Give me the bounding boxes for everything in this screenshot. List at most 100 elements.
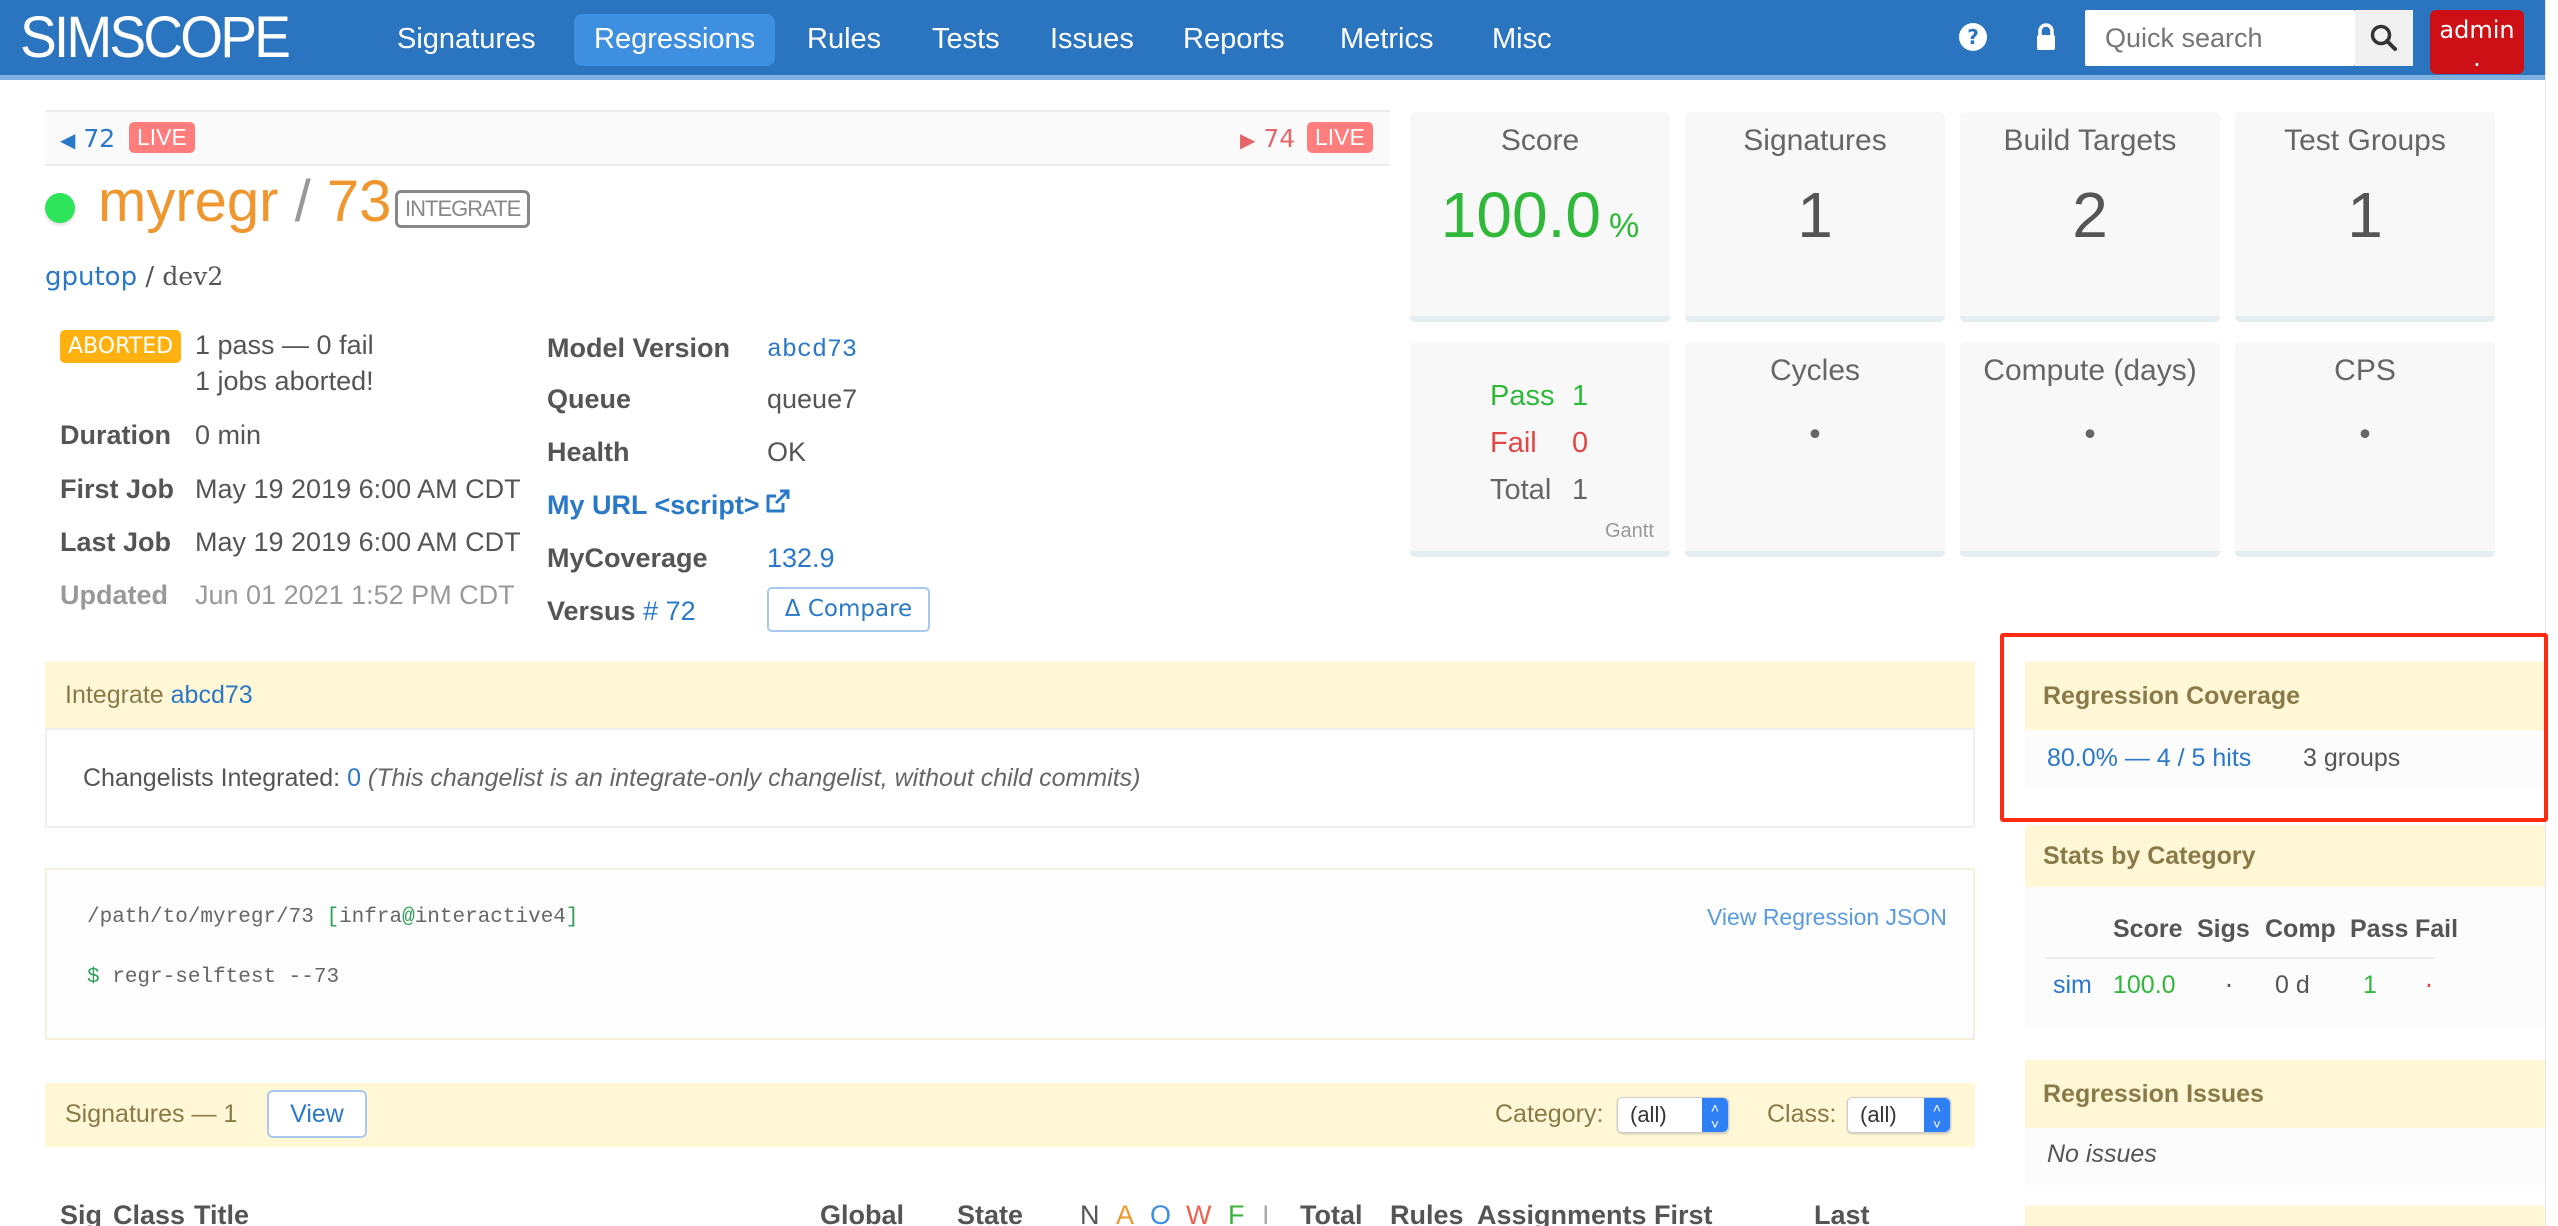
signatures-card-value: 1 — [1797, 179, 1833, 251]
category-pass[interactable]: 1 — [2363, 971, 2377, 1000]
view-signatures-button[interactable]: View — [267, 1090, 367, 1138]
prev-live-badge: LIVE — [129, 122, 195, 153]
type-badge: INTEGRATE — [395, 190, 531, 228]
table-row: sim 100.0 · 0 d 1 · — [2025, 965, 2445, 1005]
col-sig[interactable]: Sig — [60, 1200, 102, 1226]
signatures-card[interactable]: Signatures 1 — [1685, 112, 1945, 322]
page-scrollbar[interactable] — [2545, 0, 2558, 1226]
category-comp: 0 d — [2275, 971, 2310, 999]
versus-link[interactable]: # 72 — [643, 596, 696, 626]
col-assignments[interactable]: Assignments — [1477, 1200, 1647, 1226]
nav-tests[interactable]: Tests — [912, 14, 1020, 66]
nav-regressions[interactable]: Regressions — [574, 14, 776, 66]
view-json-link[interactable]: View Regression JSON — [1707, 904, 1947, 931]
status-dot — [45, 193, 75, 223]
col-total[interactable]: Total — [1300, 1200, 1363, 1226]
versus-label: Versus # 72 — [547, 596, 696, 626]
summary-text: 1 pass — 0 fail — [195, 330, 374, 360]
nav-issues[interactable]: Issues — [1030, 14, 1154, 66]
col-state-w[interactable]: W — [1186, 1200, 1211, 1226]
table-divider — [2045, 957, 2435, 959]
user-menu-button[interactable]: admin . — [2430, 10, 2524, 74]
build-targets-title: Build Targets — [2003, 124, 2177, 157]
user-name: admin — [2439, 16, 2515, 44]
col-score: Score — [2113, 915, 2183, 943]
col-state-n[interactable]: N — [1080, 1200, 1100, 1226]
col-sigs: Sigs — [2197, 915, 2250, 943]
regression-prev-next-bar: ◀ 72 LIVE ▶ 74 LIVE — [45, 110, 1390, 166]
test-groups-title: Test Groups — [2284, 124, 2446, 157]
next-regression-link[interactable]: ▶ 74 — [1240, 124, 1295, 153]
category-score: 100.0 — [2113, 971, 2176, 999]
col-state-a[interactable]: A — [1116, 1200, 1134, 1226]
changelists-note: (This changelist is an integrate-only ch… — [367, 764, 1141, 792]
gantt-link[interactable]: Gantt — [1605, 520, 1654, 543]
col-fail: Fail — [2415, 915, 2459, 943]
model-version-label: Model Version — [547, 333, 731, 363]
updated-value: Jun 01 2021 1:52 PM CDT — [195, 580, 515, 610]
integrate-version-link[interactable]: abcd73 — [171, 681, 253, 709]
search-icon — [2370, 24, 2397, 51]
total-count[interactable]: 1 — [1572, 474, 1588, 507]
col-rules[interactable]: Rules — [1390, 1200, 1464, 1226]
logo[interactable]: SIMSCOPE — [20, 4, 291, 71]
lock-icon[interactable] — [2034, 22, 2064, 52]
nav-metrics[interactable]: Metrics — [1320, 14, 1453, 66]
class-label: Class: — [1767, 1100, 1837, 1128]
category-link[interactable]: sim — [2053, 971, 2092, 1000]
stats-category-body: Score Sigs Comp Pass Fail sim 100.0 · 0 … — [2025, 887, 2545, 1027]
build-targets-value: 2 — [2072, 179, 2108, 251]
project-link[interactable]: gputop — [45, 262, 137, 292]
branch: dev2 — [162, 262, 224, 291]
issues-panel-body: No issues — [2025, 1128, 2545, 1186]
col-global[interactable]: Global — [820, 1200, 904, 1226]
category-select[interactable]: (all) ˄ ˅ — [1617, 1097, 1729, 1133]
my-coverage-label: MyCoverage — [547, 543, 708, 573]
first-job-value: May 19 2019 6:00 AM CDT — [195, 474, 521, 504]
search-button[interactable] — [2355, 10, 2413, 66]
category-fail: · — [2425, 971, 2433, 1000]
my-url-link[interactable]: My URL <script> — [547, 490, 760, 521]
test-groups-card[interactable]: Test Groups 1 — [2235, 112, 2495, 322]
my-coverage-value[interactable]: 132.9 — [767, 543, 835, 574]
compare-button[interactable]: Δ Compare — [767, 587, 930, 632]
results-card: Pass 1 Fail 0 Total 1 Gantt — [1410, 342, 1670, 557]
integrate-panel-header: Integrate abcd73 — [45, 662, 1975, 728]
col-state-f[interactable]: F — [1228, 1200, 1245, 1226]
pass-label: Pass — [1490, 380, 1555, 412]
health-value: OK — [767, 437, 807, 467]
col-title[interactable]: Title — [194, 1200, 249, 1226]
caret-left-icon: ◀ — [60, 128, 76, 152]
model-version-link[interactable]: abcd73 — [767, 335, 857, 364]
col-class[interactable]: Class — [113, 1200, 185, 1226]
nav-signatures[interactable]: Signatures — [377, 14, 556, 66]
select-arrows-icon: ˄ ˅ — [1702, 1098, 1728, 1132]
class-select[interactable]: (all) ˄ ˅ — [1847, 1097, 1951, 1133]
status-badge: ABORTED — [60, 330, 182, 363]
col-first[interactable]: First — [1654, 1200, 1713, 1226]
category-label: Category: — [1495, 1100, 1604, 1128]
build-targets-card[interactable]: Build Targets 2 — [1960, 112, 2220, 322]
issues-panel-header: Regression Issues — [2025, 1060, 2545, 1128]
score-card: Score 100.0% — [1410, 112, 1670, 322]
highlight-box — [2000, 633, 2548, 822]
regression-name[interactable]: myregr — [98, 169, 278, 234]
pass-count[interactable]: 1 — [1572, 380, 1588, 413]
nav-rules[interactable]: Rules — [787, 14, 901, 66]
cps-value: • — [2356, 418, 2374, 453]
nav-reports[interactable]: Reports — [1163, 14, 1305, 66]
stats-category-header: Stats by Category — [2025, 825, 2545, 887]
external-link-icon[interactable] — [763, 486, 793, 520]
integrate-panel-body: Changelists Integrated: 0 (This changeli… — [45, 728, 1975, 828]
col-state-i[interactable]: I — [1262, 1200, 1270, 1226]
question-circle-icon[interactable]: ? — [1958, 22, 1988, 52]
fail-count[interactable]: 0 — [1572, 427, 1588, 460]
col-state-o[interactable]: O — [1150, 1200, 1171, 1226]
search-input[interactable] — [2085, 10, 2357, 66]
col-state[interactable]: State — [957, 1200, 1023, 1226]
changelists-count[interactable]: 0 — [347, 764, 361, 792]
prev-regression-link[interactable]: ◀ 72 — [60, 124, 115, 153]
nav-misc[interactable]: Misc — [1472, 14, 1572, 66]
score-unit: % — [1608, 207, 1640, 245]
col-last[interactable]: Last — [1814, 1200, 1870, 1226]
